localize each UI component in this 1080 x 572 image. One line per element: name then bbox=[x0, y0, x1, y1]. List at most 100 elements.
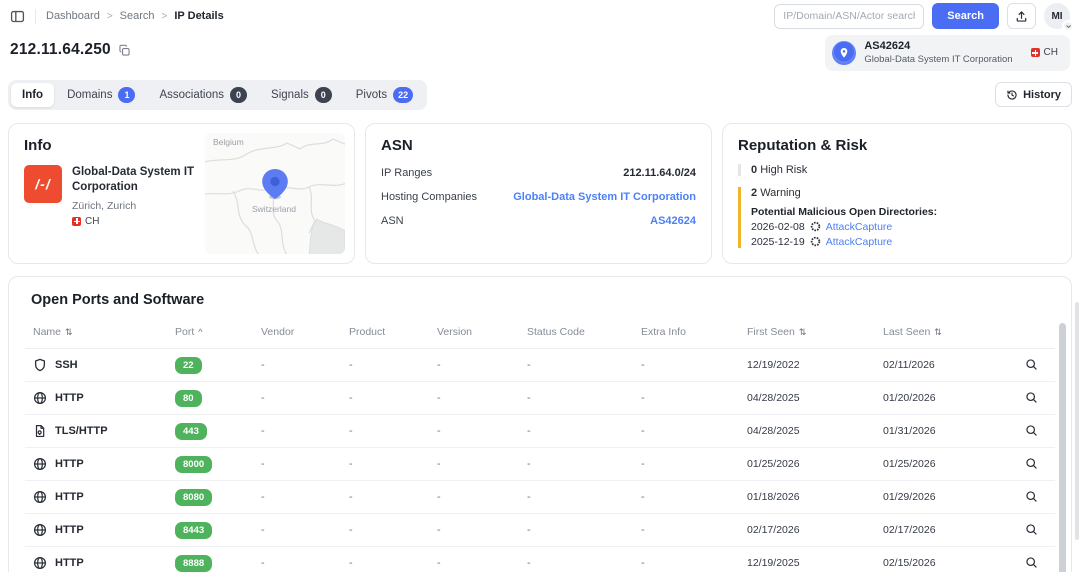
tab-associations[interactable]: Associations 0 bbox=[148, 83, 258, 107]
tab-label: Associations bbox=[159, 89, 224, 101]
open-ports-title: Open Ports and Software bbox=[25, 292, 1055, 308]
copy-icon bbox=[118, 44, 131, 57]
product-value: - bbox=[349, 425, 437, 437]
copy-button[interactable] bbox=[118, 44, 131, 57]
count-badge: 0 bbox=[230, 87, 247, 103]
search-icon bbox=[1025, 490, 1038, 503]
first-seen-value: 04/28/2025 bbox=[747, 425, 883, 437]
row-search-button[interactable] bbox=[1025, 424, 1038, 437]
product-value: - bbox=[349, 458, 437, 470]
breadcrumb-current: IP Details bbox=[174, 10, 223, 22]
breadcrumb: Dashboard > Search > IP Details bbox=[46, 10, 224, 22]
asn-chip-country-code: CH bbox=[1044, 47, 1058, 58]
service-name: HTTP bbox=[55, 557, 84, 569]
extra-info-value: - bbox=[641, 458, 747, 470]
sort-both-icon: ⇅ bbox=[934, 327, 942, 338]
column-header-last-seen[interactable]: Last Seen⇅ bbox=[883, 326, 999, 338]
org-name: Global-Data System IT Corporation bbox=[72, 165, 214, 196]
port-badge: 8080 bbox=[175, 489, 212, 506]
column-header-first-seen[interactable]: First Seen⇅ bbox=[747, 326, 883, 338]
hosting-company-link[interactable]: Global-Data System IT Corporation bbox=[513, 191, 696, 203]
column-header-name[interactable]: Name⇅ bbox=[33, 326, 175, 338]
row-search-button[interactable] bbox=[1025, 358, 1038, 371]
history-button[interactable]: History bbox=[995, 82, 1072, 107]
vendor-value: - bbox=[261, 491, 349, 503]
service-name: HTTP bbox=[55, 458, 84, 470]
search-icon bbox=[1025, 424, 1038, 437]
switzerland-flag-icon bbox=[72, 217, 81, 226]
vendor-value: - bbox=[261, 524, 349, 536]
extra-info-value: - bbox=[641, 524, 747, 536]
last-seen-value: 01/31/2026 bbox=[883, 425, 999, 437]
attackcapture-link[interactable]: AttackCapture bbox=[826, 221, 893, 233]
search-icon bbox=[1025, 523, 1038, 536]
warning-date: 2026-02-08 bbox=[751, 221, 805, 233]
page-scrollbar[interactable] bbox=[1075, 302, 1079, 540]
last-seen-value: 02/11/2026 bbox=[883, 359, 999, 371]
attackcapture-link[interactable]: AttackCapture bbox=[826, 236, 893, 248]
org-logo: /-/ bbox=[24, 165, 62, 203]
version-value: - bbox=[437, 458, 527, 470]
search-input[interactable] bbox=[774, 4, 924, 29]
product-value: - bbox=[349, 524, 437, 536]
extra-info-value: - bbox=[641, 392, 747, 404]
asn-link[interactable]: AS42624 bbox=[650, 215, 696, 227]
asn-chip-asn: AS42624 bbox=[864, 40, 1012, 54]
service-name: SSH bbox=[55, 359, 78, 371]
high-risk-section: 0 High Risk bbox=[738, 164, 1056, 176]
service-name: HTTP bbox=[55, 524, 84, 536]
last-seen-value: 01/29/2026 bbox=[883, 491, 999, 503]
status-code-value: - bbox=[527, 557, 641, 569]
search-icon bbox=[1025, 391, 1038, 404]
table-scrollbar[interactable] bbox=[1059, 323, 1066, 572]
column-header-port[interactable]: Port^ bbox=[175, 326, 261, 338]
row-search-button[interactable] bbox=[1025, 523, 1038, 536]
breadcrumb-dashboard[interactable]: Dashboard bbox=[46, 10, 100, 22]
version-value: - bbox=[437, 425, 527, 437]
upload-button[interactable] bbox=[1007, 3, 1036, 29]
tab-pivots[interactable]: Pivots 22 bbox=[345, 83, 424, 107]
last-seen-value: 02/15/2026 bbox=[883, 557, 999, 569]
tab-info[interactable]: Info bbox=[11, 83, 54, 107]
globe-icon bbox=[33, 391, 47, 405]
extra-info-value: - bbox=[641, 425, 747, 437]
org-country-code: CH bbox=[85, 216, 99, 227]
version-value: - bbox=[437, 557, 527, 569]
search-icon bbox=[1025, 358, 1038, 371]
service-name: HTTP bbox=[55, 491, 84, 503]
tab-bar: Info Domains 1 Associations 0 Signals 0 … bbox=[8, 80, 427, 110]
table-row: SSH 22 - - - - - 12/19/2022 02/11/2026 bbox=[25, 349, 1055, 382]
asn-row-asn: ASN AS42624 bbox=[381, 215, 696, 227]
shield-icon bbox=[33, 358, 47, 372]
status-code-value: - bbox=[527, 359, 641, 371]
sidebar-toggle-button[interactable] bbox=[10, 9, 25, 24]
high-risk-count: 0 bbox=[751, 164, 757, 176]
row-search-button[interactable] bbox=[1025, 490, 1038, 503]
row-search-button[interactable] bbox=[1025, 556, 1038, 569]
port-badge: 8443 bbox=[175, 522, 212, 539]
warning-item: 2025-12-19 AttackCapture bbox=[751, 236, 1056, 248]
asn-chip[interactable]: AS42624 Global-Data System IT Corporatio… bbox=[825, 35, 1070, 71]
search-button[interactable]: Search bbox=[932, 3, 999, 29]
reputation-card-title: Reputation & Risk bbox=[738, 137, 1056, 154]
version-value: - bbox=[437, 491, 527, 503]
table-row: HTTP 8888 - - - - - 12/19/2025 02/15/202… bbox=[25, 547, 1055, 572]
chevron-down-icon bbox=[1062, 20, 1074, 32]
tab-signals[interactable]: Signals 0 bbox=[260, 83, 343, 107]
location-pin-icon bbox=[832, 41, 856, 65]
column-header-extra-info: Extra Info bbox=[641, 326, 747, 338]
row-label: Hosting Companies bbox=[381, 191, 477, 203]
breadcrumb-search[interactable]: Search bbox=[120, 10, 155, 22]
tab-domains[interactable]: Domains 1 bbox=[56, 83, 146, 107]
extra-info-value: - bbox=[641, 491, 747, 503]
avatar-initials: MI bbox=[1051, 11, 1062, 22]
first-seen-value: 12/19/2022 bbox=[747, 359, 883, 371]
breadcrumb-separator: > bbox=[162, 11, 168, 22]
row-label: IP Ranges bbox=[381, 167, 432, 179]
column-header-version: Version bbox=[437, 326, 527, 338]
row-search-button[interactable] bbox=[1025, 391, 1038, 404]
avatar[interactable]: MI bbox=[1044, 3, 1070, 29]
row-search-button[interactable] bbox=[1025, 457, 1038, 470]
attackcapture-icon bbox=[810, 236, 821, 247]
org-location: Zürich, Zurich bbox=[72, 200, 214, 212]
